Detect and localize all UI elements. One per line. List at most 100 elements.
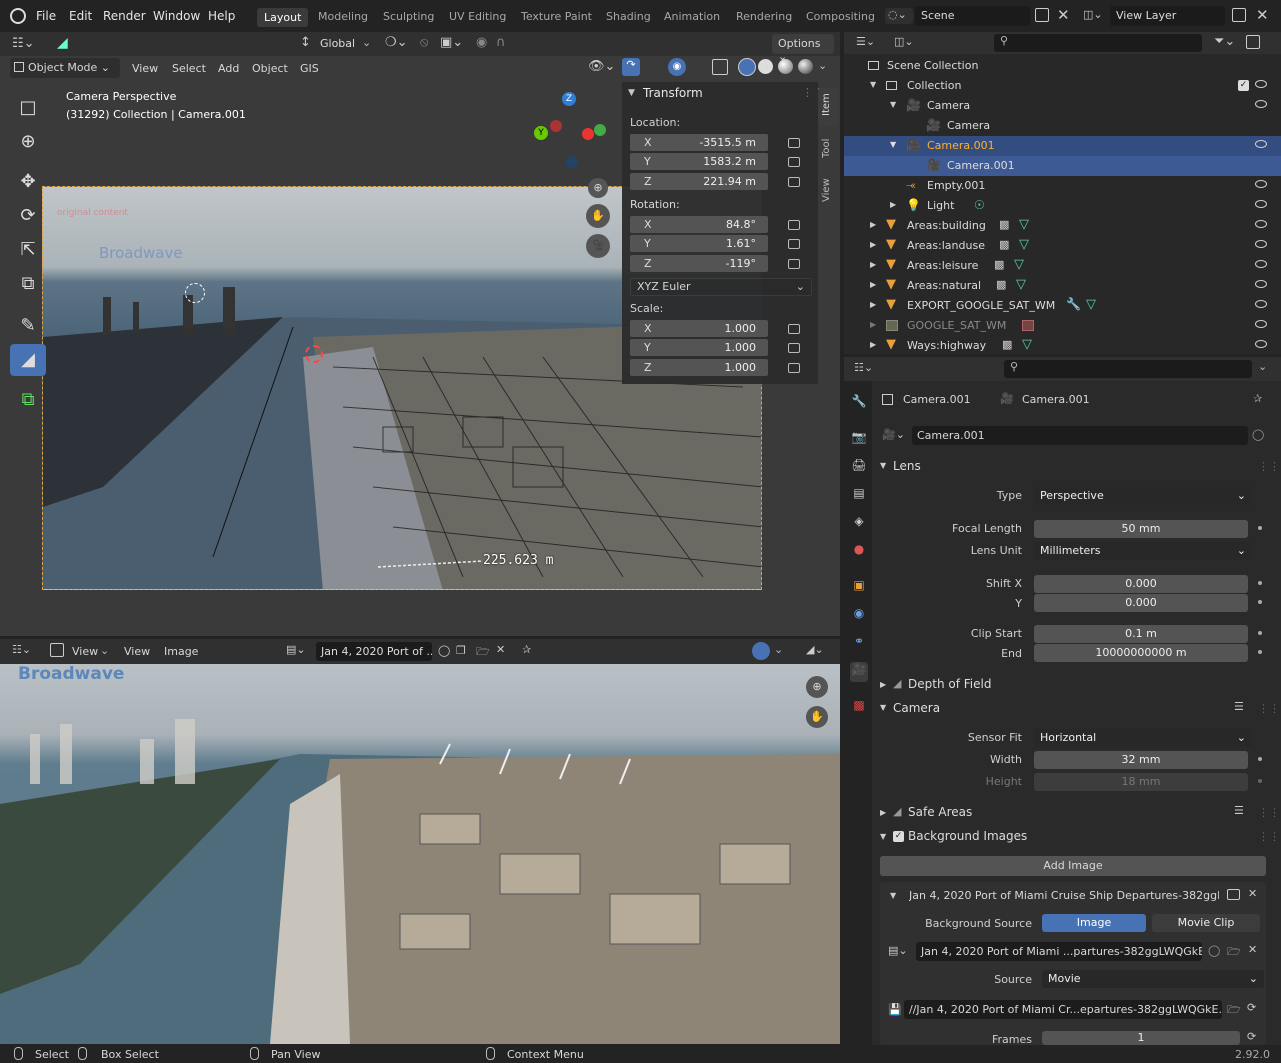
keyframe-dot-icon[interactable] [1258, 581, 1262, 585]
collapse-triangle-icon[interactable]: ▼ [880, 461, 886, 470]
type-dropdown[interactable]: Perspective ⌄ [1034, 487, 1252, 505]
properties-search-input[interactable]: ⚲ [1004, 360, 1252, 378]
expand-triangle-icon[interactable]: ▶ [890, 200, 896, 209]
eye-icon[interactable] [1255, 260, 1267, 268]
move-tool[interactable]: ✥ [10, 166, 46, 198]
chevron-down-icon[interactable]: ⌄ [774, 643, 783, 656]
scale-y-field[interactable]: Y 1.000 [630, 339, 768, 356]
eye-icon[interactable] [1255, 320, 1267, 328]
focal-length-field[interactable]: 50 mm [1034, 520, 1248, 538]
shading-rendered-icon[interactable] [798, 59, 813, 74]
drag-handle-icon[interactable]: ⋮⋮ [1258, 460, 1280, 473]
lock-icon[interactable] [788, 157, 800, 167]
lock-icon[interactable] [788, 239, 800, 249]
bg-images-section-title[interactable]: Background Images [908, 829, 1027, 843]
fake-user-icon[interactable]: ◯ [1208, 944, 1220, 957]
bg-images-checkbox[interactable]: ✓ [893, 831, 904, 842]
location-z-field[interactable]: Z 221.94 m [630, 173, 768, 190]
keyframe-dot-icon[interactable] [1258, 600, 1262, 604]
pivot-point-icon[interactable]: ❍⌄ [385, 35, 408, 50]
viewport-menu-view[interactable]: View [132, 62, 158, 75]
tab-layout[interactable]: Layout [257, 8, 309, 27]
zoom-icon[interactable]: ⊕ [588, 178, 608, 198]
gizmo-neg-y-axis[interactable] [594, 124, 606, 136]
outliner-row-camera001[interactable]: ▼ 🎥 Camera.001 [844, 136, 1281, 156]
view-mode-icon[interactable] [50, 643, 64, 657]
outliner-row-camera001-data[interactable]: 🎥 Camera.001 [844, 156, 1281, 176]
scene-tab-icon[interactable]: ◈ [850, 514, 868, 534]
add-cube-tool[interactable]: ⧉ [10, 384, 46, 416]
clip-end-field[interactable]: 10000000000 m [1034, 644, 1248, 662]
blender-logo-icon[interactable] [10, 8, 26, 24]
view-layer-icon[interactable]: ◫⌄ [1083, 8, 1109, 24]
menu-help[interactable]: Help [208, 9, 235, 23]
texture-tab-icon[interactable]: ▩ [850, 698, 868, 718]
object-tab-icon[interactable]: ▣ [850, 578, 868, 598]
frames-field[interactable]: 1 [1042, 1031, 1240, 1045]
image-browse-icon[interactable]: ▤⌄ [286, 643, 306, 656]
pan-hand-icon[interactable]: ✋ [806, 706, 828, 728]
lock-icon[interactable] [788, 259, 800, 269]
tab-shading[interactable]: Shading [606, 10, 651, 23]
expand-triangle-icon[interactable]: ▶ [880, 680, 886, 689]
camera-section-title[interactable]: Camera [893, 701, 940, 715]
eye-icon[interactable] [1255, 240, 1267, 248]
drag-handle-icon[interactable]: ⋮⋮ [1258, 806, 1280, 819]
lens-section-title[interactable]: Lens [893, 459, 921, 473]
transform-orientation-dropdown[interactable]: Global [320, 37, 355, 50]
pin-icon[interactable]: ✰ [522, 643, 531, 656]
tab-rendering[interactable]: Rendering [736, 10, 792, 23]
cursor-tool[interactable]: ⊕ [10, 126, 46, 158]
eye-icon[interactable] [1255, 340, 1267, 348]
outliner-row-ways-highway[interactable]: ▶ ▼ Ways:highway ▩ ▽ [844, 336, 1281, 356]
image-menu-image[interactable]: Image [164, 645, 198, 658]
close-icon[interactable]: ✕ [1248, 887, 1257, 900]
expand-triangle-icon[interactable]: ▼ [890, 100, 896, 109]
collapse-triangle-icon[interactable]: ▼ [890, 891, 896, 900]
bg-image-file-field[interactable]: Jan 4, 2020 Port of Miami ...partures-38… [916, 942, 1202, 961]
lock-icon[interactable] [788, 324, 800, 334]
navigation-gizmo[interactable]: Z Y [532, 90, 612, 170]
tab-animation[interactable]: Animation [664, 10, 720, 23]
shift-x-field[interactable]: 0.000 [1034, 575, 1248, 593]
gizmo-z-axis[interactable]: Z [562, 92, 576, 106]
display-channels-icon[interactable]: ◢⌄ [806, 643, 824, 656]
collapse-triangle-icon[interactable]: ▼ [880, 832, 886, 841]
camera-target-icon[interactable] [185, 283, 205, 303]
visibility-icon[interactable]: 👁⌄ [588, 59, 615, 74]
fake-user-icon[interactable]: ◯ [1252, 428, 1264, 441]
pan-hand-icon[interactable]: ✋ [586, 204, 610, 228]
outliner-row-areas-building[interactable]: ▶ ▼ Areas:building ▩ ▽ [844, 216, 1281, 236]
proportional-edit-icon[interactable]: ◉ [476, 35, 487, 50]
3d-cursor-icon[interactable] [305, 345, 323, 363]
outliner-row-empty001[interactable]: ⤛ Empty.001 [844, 176, 1281, 196]
editor-type-icon[interactable]: ☷⌄ [12, 36, 35, 51]
datablock-name-field[interactable]: Camera.001 [912, 426, 1248, 445]
keyframe-dot-icon[interactable] [1258, 631, 1262, 635]
view-layer-selector[interactable]: View Layer [1110, 6, 1225, 26]
falloff-icon[interactable]: ∩ [496, 35, 506, 50]
scene-icon[interactable]: ◌⌄ [885, 8, 913, 24]
expand-triangle-icon[interactable]: ▶ [870, 340, 876, 349]
viewport-menu-object[interactable]: Object [252, 62, 288, 75]
menu-edit[interactable]: Edit [69, 9, 92, 23]
tab-compositing[interactable]: Compositing [806, 10, 875, 23]
scale-x-field[interactable]: X 1.000 [630, 320, 768, 337]
rotate-tool[interactable]: ⟳ [10, 200, 46, 232]
sensor-fit-dropdown[interactable]: Horizontal ⌄ [1034, 729, 1252, 747]
dof-section-title[interactable]: Depth of Field [908, 677, 991, 691]
source-dropdown[interactable]: Movie ⌄ [1042, 970, 1264, 988]
rotation-y-field[interactable]: Y 1.61° [630, 235, 768, 252]
lock-icon[interactable] [788, 363, 800, 373]
folder-icon[interactable]: 🗁 [476, 643, 490, 662]
viewport-menu-gis[interactable]: GIS [300, 62, 319, 75]
shading-material-icon[interactable] [778, 59, 793, 74]
rotation-x-field[interactable]: X 84.8° [630, 216, 768, 233]
image-menu-view-mode[interactable]: View [72, 645, 98, 658]
clip-start-field[interactable]: 0.1 m [1034, 625, 1248, 643]
filter-icon[interactable]: ⏷⌄ [1214, 34, 1235, 49]
file-path-field[interactable]: //Jan 4, 2020 Port of Miami Cr...epartur… [904, 1000, 1222, 1019]
image-name-field[interactable]: Jan 4, 2020 Port of ... [316, 642, 432, 661]
tab-item[interactable]: Item [818, 88, 838, 126]
render-tab-icon[interactable]: 📷 [850, 430, 868, 450]
